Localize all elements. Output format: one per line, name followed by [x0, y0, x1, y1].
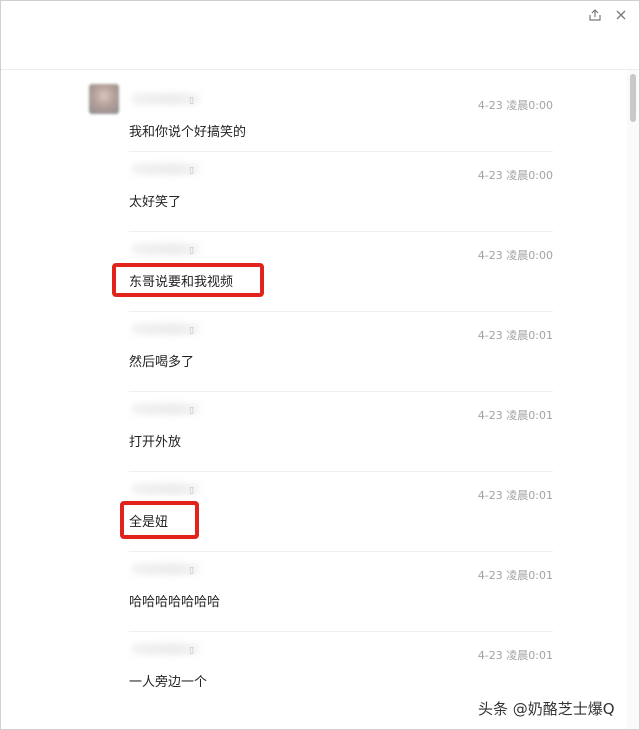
- phone-icon: ▯: [189, 566, 194, 576]
- message-time: 4-23 凌晨0:00: [477, 249, 553, 262]
- highlight-box: [120, 501, 199, 539]
- message-time: 4-23 凌晨0:00: [477, 99, 553, 112]
- message-item: ▯ 4-23 凌晨0:01 哈哈哈哈哈哈哈: [129, 551, 553, 631]
- divider: [129, 231, 553, 232]
- message-time: 4-23 凌晨0:01: [477, 329, 553, 342]
- message-time: 4-23 凌晨0:01: [477, 569, 553, 582]
- share-icon[interactable]: [587, 7, 603, 23]
- message-text: 哈哈哈哈哈哈哈: [129, 595, 221, 610]
- scrollbar[interactable]: [627, 70, 639, 729]
- divider: [129, 471, 553, 472]
- scrollbar-thumb[interactable]: [630, 74, 636, 122]
- phone-icon: ▯: [189, 486, 194, 496]
- watermark: 头条 @奶酪芝士爆Q: [478, 700, 615, 718]
- phone-icon: ▯: [189, 166, 194, 176]
- divider: [129, 631, 553, 632]
- phone-icon: ▯: [189, 646, 194, 656]
- chat-history-window: ▯ 4-23 凌晨0:00 我和你说个好搞笑的 ▯ 4-23 凌晨0:00 太好…: [0, 0, 640, 730]
- divider: [129, 551, 553, 552]
- phone-icon: ▯: [189, 246, 194, 256]
- message-text: 打开外放: [129, 435, 182, 450]
- message-text: 我和你说个好搞笑的: [129, 125, 247, 140]
- message-time: 4-23 凌晨0:01: [477, 409, 553, 422]
- divider: [129, 391, 553, 392]
- phone-icon: ▯: [189, 96, 194, 106]
- message-text: 一人旁边一个: [129, 675, 208, 690]
- title-bar: [1, 1, 639, 70]
- divider: [129, 311, 553, 312]
- phone-icon: ▯: [189, 326, 194, 336]
- phone-icon: ▯: [189, 406, 194, 416]
- avatar[interactable]: [89, 84, 119, 114]
- message-item: ▯ 4-23 凌晨0:00 太好笑了: [129, 151, 553, 231]
- divider: [129, 151, 553, 152]
- highlight-box: [112, 263, 264, 297]
- message-item: ▯ 4-23 凌晨0:01 然后喝多了: [129, 311, 553, 391]
- message-item: ▯ 4-23 凌晨0:01 打开外放: [129, 391, 553, 471]
- message-item: ▯ 4-23 凌晨0:00 我和你说个好搞笑的: [129, 81, 553, 161]
- message-text: 然后喝多了: [129, 355, 195, 370]
- close-icon[interactable]: [613, 7, 629, 23]
- message-time: 4-23 凌晨0:01: [477, 489, 553, 502]
- message-text: 太好笑了: [129, 195, 182, 210]
- message-time: 4-23 凌晨0:00: [477, 169, 553, 182]
- message-time: 4-23 凌晨0:01: [477, 649, 553, 662]
